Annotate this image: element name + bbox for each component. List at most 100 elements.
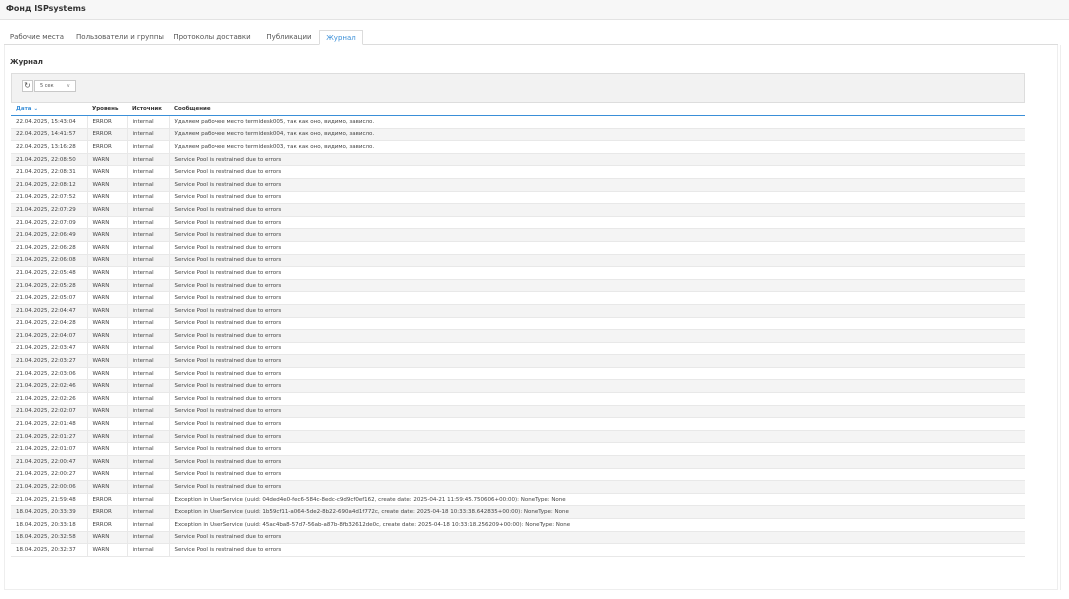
table-row[interactable]: 18.04.2025, 20:33:39 ERROR internal Excepti… [11, 505, 1025, 519]
table-row[interactable]: 18.04.2025, 20:32:58 WARN internal Service … [11, 531, 1025, 545]
cell-date: 21.04.2025, 22:04:28 [11, 317, 88, 331]
cell-message: Удаляем рабочее место termidesk004, так … [169, 128, 1025, 142]
cell-source: internal [127, 518, 170, 532]
table-row[interactable]: 21.04.2025, 22:06:28 WARN internal Service … [11, 241, 1025, 255]
cell-level: WARN [87, 191, 128, 205]
cell-level: WARN [87, 543, 128, 557]
table-row[interactable]: 18.04.2025, 20:32:37 WARN internal Service … [11, 543, 1025, 557]
cell-date: 21.04.2025, 22:04:07 [11, 329, 88, 343]
table-row[interactable]: 21.04.2025, 21:59:48 ERROR internal Excepti… [11, 493, 1025, 507]
table-row[interactable]: 22.04.2025, 14:41:57 ERROR internal Удаляем… [11, 128, 1025, 142]
cell-source: internal [127, 317, 170, 331]
cell-message: Service Pool is restrained due to errors [169, 165, 1025, 179]
cell-level: ERROR [87, 128, 128, 142]
top-bar: Фонд ISPsystems [0, 0, 1069, 20]
table-row[interactable]: 21.04.2025, 22:02:46 WARN internal Service … [11, 379, 1025, 394]
cell-level: WARN [87, 430, 128, 444]
cell-source: internal [127, 342, 170, 356]
table-row[interactable]: 21.04.2025, 22:08:31 WARN internal Service … [11, 165, 1025, 179]
table-row[interactable]: 21.04.2025, 22:07:29 WARN internal Service … [11, 203, 1025, 217]
cell-date: 21.04.2025, 22:00:06 [11, 480, 88, 494]
journal-table-body: 22.04.2025, 15:43:04 ERROR internal Удаляем… [11, 115, 1025, 557]
cell-level: WARN [87, 165, 128, 179]
cell-source: internal [127, 543, 170, 557]
table-row[interactable]: 22.04.2025, 15:43:04 ERROR internal Удаляем… [11, 115, 1025, 129]
cell-source: internal [127, 140, 170, 154]
table-row[interactable]: 18.04.2025, 20:33:18 ERROR internal Excepti… [11, 518, 1025, 532]
page-scrollbar[interactable] [1060, 45, 1069, 590]
cell-date: 21.04.2025, 22:01:07 [11, 442, 88, 457]
cell-source: internal [127, 304, 170, 318]
table-row[interactable]: 21.04.2025, 22:00:47 WARN internal Service … [11, 455, 1025, 469]
table-row[interactable]: 21.04.2025, 22:07:52 WARN internal Service … [11, 191, 1025, 205]
cell-message: Удаляем рабочее место termidesk003, так … [169, 140, 1025, 154]
cell-date: 22.04.2025, 13:16:28 [11, 140, 88, 154]
tab-publications[interactable]: Публикации [259, 30, 319, 45]
cell-source: internal [127, 442, 170, 457]
table-row[interactable]: 21.04.2025, 22:08:50 WARN internal Service … [11, 153, 1025, 167]
sort-down-icon: ⌄ [33, 106, 39, 112]
table-row[interactable]: 21.04.2025, 22:04:28 WARN internal Service … [11, 317, 1025, 331]
cell-source: internal [127, 493, 170, 507]
cell-level: WARN [87, 178, 128, 192]
cell-message: Service Pool is restrained due to errors [169, 455, 1025, 469]
cell-date: 21.04.2025, 22:02:26 [11, 392, 88, 406]
cell-source: internal [127, 329, 170, 343]
table-row[interactable]: 21.04.2025, 22:01:48 WARN internal Service … [11, 417, 1025, 431]
cell-source: internal [127, 505, 170, 519]
table-row[interactable]: 21.04.2025, 22:05:07 WARN internal Service … [11, 291, 1025, 305]
cell-source: internal [127, 392, 170, 406]
table-row[interactable]: 21.04.2025, 22:04:47 WARN internal Service … [11, 304, 1025, 318]
cell-message: Service Pool is restrained due to errors [169, 392, 1025, 406]
refresh-button[interactable]: ↻ [22, 80, 33, 92]
cell-date: 21.04.2025, 22:06:28 [11, 241, 88, 255]
journal-toolbar: ↻ 5 сек ∨ [11, 73, 1025, 103]
cell-source: internal [127, 203, 170, 217]
tab-delivery-protocols[interactable]: Протоколы доставки [172, 30, 252, 45]
table-row[interactable]: 22.04.2025, 13:16:28 ERROR internal Удаляем… [11, 140, 1025, 154]
table-row[interactable]: 21.04.2025, 22:08:12 WARN internal Service … [11, 178, 1025, 192]
cell-message: Service Pool is restrained due to errors [169, 178, 1025, 192]
cell-source: internal [127, 279, 170, 293]
cell-message: Service Pool is restrained due to errors [169, 417, 1025, 431]
cell-message: Service Pool is restrained due to errors [169, 367, 1025, 381]
table-row[interactable]: 21.04.2025, 22:00:27 WARN internal Service … [11, 468, 1025, 482]
column-header-level[interactable]: Уровень [87, 103, 127, 116]
chevron-down-icon: ∨ [66, 83, 70, 89]
cell-date: 21.04.2025, 22:02:07 [11, 405, 88, 419]
cell-source: internal [127, 266, 170, 280]
table-row[interactable]: 21.04.2025, 22:06:49 WARN internal Service … [11, 228, 1025, 242]
table-row[interactable]: 21.04.2025, 22:00:06 WARN internal Service … [11, 480, 1025, 494]
tab-journal[interactable]: Журнал [319, 30, 363, 45]
table-row[interactable]: 21.04.2025, 22:01:07 WARN internal Service … [11, 442, 1025, 457]
cell-level: WARN [87, 455, 128, 469]
cell-source: internal [127, 191, 170, 205]
table-row[interactable]: 21.04.2025, 22:07:09 WARN internal Service … [11, 216, 1025, 230]
table-row[interactable]: 21.04.2025, 22:06:08 WARN internal Service … [11, 254, 1025, 268]
cell-level: WARN [87, 392, 128, 406]
cell-level: WARN [87, 216, 128, 230]
table-row[interactable]: 21.04.2025, 22:03:47 WARN internal Service … [11, 342, 1025, 356]
column-header-source[interactable]: Источник [127, 103, 169, 116]
cell-date: 21.04.2025, 22:03:06 [11, 367, 88, 381]
table-row[interactable]: 21.04.2025, 22:04:07 WARN internal Service … [11, 329, 1025, 343]
cell-message: Service Pool is restrained due to errors [169, 279, 1025, 293]
table-row[interactable]: 21.04.2025, 22:03:06 WARN internal Service … [11, 367, 1025, 381]
cell-message: Service Pool is restrained due to errors [169, 216, 1025, 230]
refresh-interval-select[interactable]: 5 сек ∨ [34, 80, 76, 92]
cell-message: Service Pool is restrained due to errors [169, 405, 1025, 419]
column-header-date[interactable]: Дата ⌄ [11, 103, 87, 116]
tab-users-groups[interactable]: Пользователи и группы [74, 30, 166, 45]
cell-message: Service Pool is restrained due to errors [169, 379, 1025, 394]
tab-workplaces[interactable]: Рабочие места [4, 30, 70, 45]
table-row[interactable]: 21.04.2025, 22:01:27 WARN internal Service … [11, 430, 1025, 444]
cell-level: WARN [87, 367, 128, 381]
cell-level: WARN [87, 354, 128, 368]
table-row[interactable]: 21.04.2025, 22:02:07 WARN internal Service … [11, 405, 1025, 419]
table-row[interactable]: 21.04.2025, 22:05:28 WARN internal Service … [11, 279, 1025, 293]
cell-date: 21.04.2025, 22:01:27 [11, 430, 88, 444]
column-header-message[interactable]: Сообщение [169, 103, 1025, 116]
table-row[interactable]: 21.04.2025, 22:05:48 WARN internal Service … [11, 266, 1025, 280]
table-row[interactable]: 21.04.2025, 22:02:26 WARN internal Service … [11, 392, 1025, 406]
table-row[interactable]: 21.04.2025, 22:03:27 WARN internal Service … [11, 354, 1025, 368]
